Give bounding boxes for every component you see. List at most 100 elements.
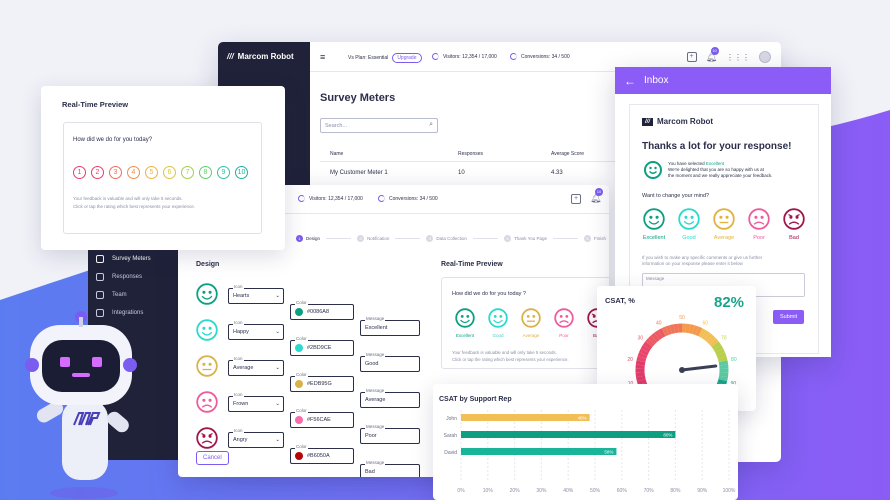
gauge-arc-segment (704, 332, 713, 342)
x-tick-label: 60% (617, 488, 628, 494)
rating-number-5[interactable]: 5 (145, 166, 158, 179)
message-value: Bad (365, 469, 375, 475)
category-label: David (444, 450, 457, 456)
gauge-arc-segment (701, 330, 710, 340)
gauge-arc-segment (688, 324, 695, 334)
inbox-face-option[interactable]: Excellent (638, 208, 670, 241)
color-field[interactable]: Color #0086A8 (290, 300, 354, 320)
color-field[interactable]: Color #F56CAE (290, 408, 354, 428)
inbox-face-option[interactable]: Good (673, 208, 705, 241)
inner-preview-card: How did we do for you today ? Excellent … (441, 277, 609, 369)
search-input[interactable]: Search... ⌕ (320, 118, 438, 133)
icon-label: Icon (233, 320, 244, 325)
rating-number-6[interactable]: 6 (163, 166, 176, 179)
icon-select[interactable]: Icon Angry ⌄ (228, 428, 284, 448)
add-icon[interactable]: + (686, 52, 697, 62)
step-data-collection[interactable]: 3 Data Collection (426, 235, 467, 242)
search-placeholder: Search... (325, 122, 348, 129)
conversions-ring-icon (510, 53, 517, 60)
inner-preview-question: How did we do for you today ? (452, 291, 526, 297)
change-mind: Want to change your mind? (642, 193, 710, 199)
email-brand: /// Marcom Robot (642, 117, 713, 126)
notification-badge: 10 (710, 46, 719, 55)
x-tick-label: 30% (536, 488, 547, 494)
search-icon[interactable]: ⌕ (429, 121, 433, 129)
color-field[interactable]: Color #2BD9CE (290, 336, 354, 356)
icon-select[interactable]: Icon Average ⌄ (228, 356, 284, 376)
bar-value-label: 58% (604, 450, 613, 455)
gauge-arc-segment (713, 344, 724, 353)
gauge-arc-segment (692, 325, 699, 335)
color-field[interactable]: Color #EDB95G (290, 372, 354, 392)
design-row: Icon Angry ⌄ Color #B6050A Message Bad (196, 427, 436, 477)
inbox-face-option[interactable]: Average (708, 208, 740, 241)
average-face-icon (196, 355, 218, 377)
rating-number-9[interactable]: 9 (217, 166, 230, 179)
back-arrow-icon[interactable]: ← (624, 74, 636, 88)
face-label: Poor (559, 333, 569, 338)
notification-icon[interactable]: 🔔︎ 10 (590, 188, 603, 204)
rating-face-option[interactable]: Good (483, 308, 513, 338)
design-row: Icon Happy ⌄ Color #2BD9CE Message Good (196, 319, 436, 372)
selected-value: Excellent (705, 161, 725, 166)
rating-face-option[interactable]: Excellent (450, 308, 480, 338)
rating-number-8[interactable]: 8 (199, 166, 212, 179)
apps-grid-icon[interactable]: ⋮⋮⋮ (726, 53, 750, 62)
inbox-face-option[interactable]: Bad (778, 208, 810, 241)
rating-number-4[interactable]: 4 (127, 166, 140, 179)
bar[interactable] (461, 431, 676, 438)
gauge-arc-segment (698, 328, 707, 338)
sidebar-item-survey-meters[interactable]: Survey Meters (96, 250, 151, 268)
selected-face-icon (644, 161, 662, 179)
team-icon (96, 291, 104, 299)
sidebar-item-team[interactable]: Team (96, 286, 127, 304)
col-name: Name (330, 151, 344, 157)
chevron-down-icon: ⌄ (275, 329, 280, 335)
bar-chart-plot: 0% 10% 20% 30% 40% 50% 60% 70% 80% 90% 100% John 48%… (444, 410, 736, 494)
step-thank-you-page[interactable]: 4 Thank You Page (503, 235, 547, 242)
rating-number-7[interactable]: 7 (181, 166, 194, 179)
face-label: Poor (753, 235, 765, 241)
message-field[interactable]: Message Bad (360, 460, 420, 477)
menu-icon[interactable]: ≡ (320, 52, 325, 62)
face-label: Average (713, 235, 735, 241)
conversions-stat: Conversions: 34 / 500 (389, 195, 438, 202)
rating-number-2[interactable]: 2 (91, 166, 104, 179)
gauge-tick-label: 40 (656, 320, 662, 326)
bar[interactable] (461, 448, 617, 455)
icon-select[interactable]: Icon Happy ⌄ (228, 320, 284, 340)
rating-number-10[interactable]: 10 (235, 166, 248, 179)
inbox-face-option[interactable]: Poor (743, 208, 775, 241)
add-icon[interactable]: + (571, 193, 581, 204)
sidebar-item-responses[interactable]: Responses (96, 268, 142, 286)
gauge-arc-segment (706, 335, 716, 345)
cancel-button[interactable]: Cancel (196, 451, 229, 465)
category-label: Sarah (444, 433, 458, 439)
x-tick-label: 50% (590, 488, 601, 494)
notification-icon[interactable]: 🔔︎ 10 (706, 46, 719, 63)
color-field[interactable]: Color #B6050A (290, 444, 354, 464)
icon-select[interactable]: Icon Frown ⌄ (228, 392, 284, 412)
avatar[interactable] (759, 51, 771, 63)
step-design[interactable]: 1 Design (296, 235, 320, 242)
upgrade-button[interactable]: Upgrade (392, 53, 422, 63)
table-cell-name[interactable]: My Customer Meter 1 (330, 170, 388, 176)
submit-button[interactable]: Submit (773, 310, 805, 324)
face-label: Good (682, 235, 696, 241)
chevron-down-icon: ⌄ (275, 401, 280, 407)
rating-face-option[interactable]: Average (516, 308, 546, 338)
rating-number-1[interactable]: 1 (73, 166, 86, 179)
rating-number-3[interactable]: 3 (109, 166, 122, 179)
icon-select[interactable]: Icon Hearts ⌄ (228, 284, 284, 304)
step-notification[interactable]: 2 Notification (357, 235, 389, 242)
rating-face-option[interactable]: Poor (549, 308, 579, 338)
message-label: Message (646, 276, 665, 281)
step-label: Notification (367, 236, 390, 241)
icon-label: Icon (233, 428, 244, 433)
comment-line2: information on your response please ente… (642, 261, 743, 266)
happy-face-icon (488, 308, 508, 333)
step-finish[interactable]: 5 Finish (584, 235, 606, 242)
bar[interactable] (461, 414, 590, 421)
responses-icon (96, 273, 104, 281)
conversions-stat: Conversions: 34 / 500 (521, 53, 570, 60)
